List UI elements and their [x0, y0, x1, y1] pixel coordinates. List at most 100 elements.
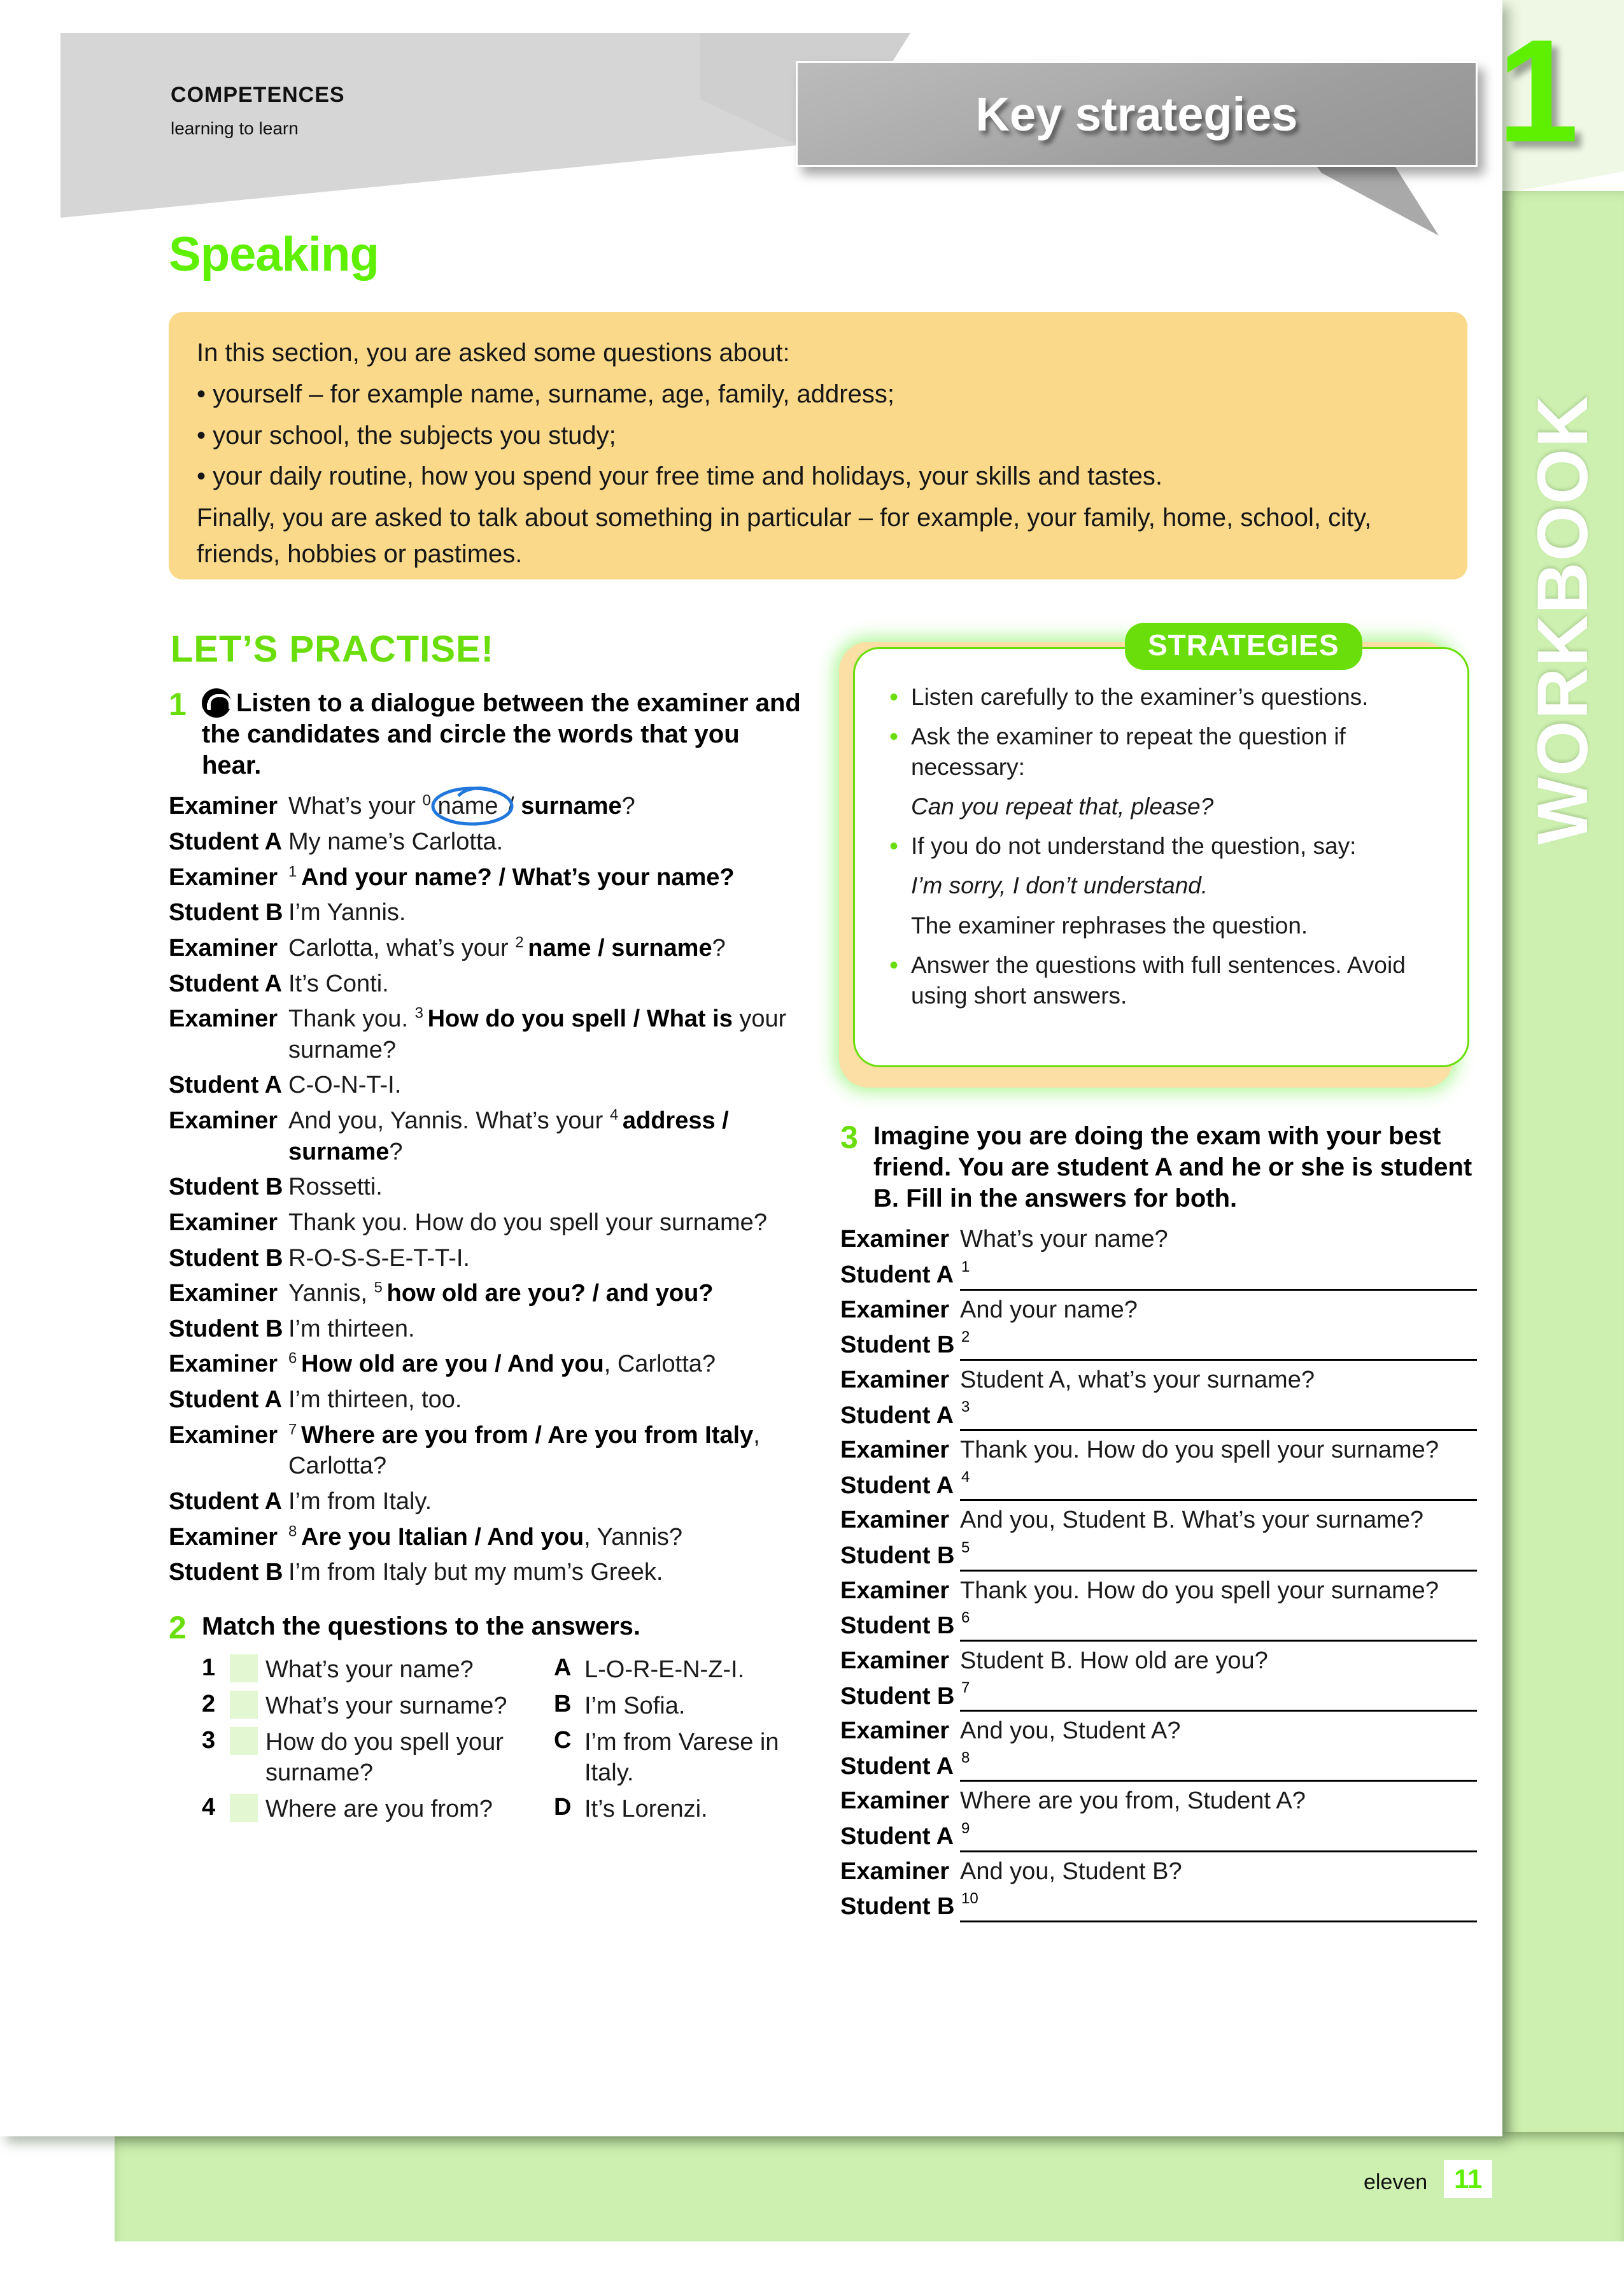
exercise-1-dialogue: Examiner What’s your 0 name / surname? Stu… — [169, 786, 805, 1588]
exercise-1-number: 1 — [169, 686, 187, 722]
strategy-item: The examiner rephrases the question. — [911, 912, 1308, 939]
dialogue-speaker: Examiner — [840, 1787, 950, 1815]
dialogue-option[interactable]: Are you Italian / And you — [301, 1524, 584, 1551]
dialogue-speaker: Examiner — [840, 1437, 950, 1464]
exercise-3-prompt-row: Examiner And your name? — [840, 1295, 1477, 1326]
dialogue-speaker: Examiner — [169, 1523, 278, 1551]
dialogue-speaker: Student B — [840, 1542, 955, 1570]
match-answer-box[interactable] — [230, 1726, 265, 1757]
dialogue-row: Student A My name’s Carlotta. — [169, 827, 805, 858]
intro-bullet-1: • yourself – for example name, surname, … — [197, 380, 894, 408]
match-answer-box[interactable] — [230, 1690, 265, 1721]
answer-blank[interactable]: 4 — [960, 1468, 1477, 1502]
right-column: 3 Imagine you are doing the exam with yo… — [840, 1121, 1477, 1926]
dialogue-utterance: 7 Where are you from / Are you from Ital… — [288, 1420, 760, 1480]
exercise-3-prompt-row: Examiner Student B. How old are you? — [840, 1645, 1477, 1677]
match-answer-text: L-O-R-E-N-Z-I. — [584, 1656, 745, 1684]
exercise-3-answer-row: Student B 6 — [840, 1608, 1477, 1642]
footer-page-number: 11 — [1444, 2160, 1493, 2198]
dialogue-option[interactable]: How old are you / And you — [301, 1351, 604, 1377]
gap-number: 6 — [288, 1349, 302, 1367]
strategy-item: If you do not understand the question, s… — [884, 830, 1442, 863]
dialogue-speaker: Student A — [169, 1487, 283, 1515]
match-answer-letter: B — [554, 1690, 572, 1717]
answer-blank-number: 8 — [961, 1749, 970, 1767]
dialogue-row: Student A I’m from Italy. — [169, 1486, 805, 1517]
answer-blank[interactable]: 7 — [960, 1679, 1477, 1712]
dialogue-speaker: Student A — [840, 1402, 954, 1429]
answer-blank[interactable]: 3 — [960, 1398, 1477, 1431]
dialogue-speaker: Examiner — [840, 1857, 950, 1885]
answer-blank[interactable]: 8 — [960, 1749, 1477, 1782]
intro-bullet-2: • your school, the subjects you study; — [197, 421, 616, 450]
match-question-text: How do you spell your surname? — [265, 1728, 504, 1787]
dialogue-row: Student A C-O-N-T-I. — [169, 1070, 805, 1101]
dialogue-speaker: Student B — [840, 1612, 955, 1640]
exercise-3-header: 3 Imagine you are doing the exam with yo… — [840, 1121, 1477, 1214]
headphones-icon — [202, 688, 234, 718]
dialogue-utterance: And you, Student A? — [960, 1717, 1181, 1745]
dialogue-row: Student A It’s Conti. — [169, 969, 805, 1000]
exercise-3-prompt-row: Examiner Where are you from, Student A? — [840, 1786, 1477, 1817]
answer-blank-number: 6 — [961, 1608, 970, 1626]
exercise-3-prompt-row: Examiner And you, Student A? — [840, 1715, 1477, 1747]
dialogue-utterance: It’s Conti. — [288, 970, 389, 997]
dialogue-speaker: Student A — [840, 1261, 954, 1289]
match-question-row: 4 Where are you from? — [202, 1793, 554, 1825]
exercise-3-prompt-row: Examiner Student A, what’s your surname? — [840, 1365, 1477, 1396]
dialogue-utterance: 6 How old are you / And you, Carlotta? — [288, 1349, 716, 1378]
dialogue-option[interactable]: address / surname — [288, 1107, 729, 1165]
exercise-3-prompt-row: Examiner And you, Student B? — [840, 1856, 1477, 1887]
match-question-number: 2 — [202, 1690, 216, 1717]
answer-blank[interactable]: 1 — [960, 1258, 1477, 1291]
dialogue-row: Student B I’m from Italy but my mum’s Gre… — [169, 1557, 805, 1588]
circled-answer[interactable]: name — [431, 786, 513, 826]
match-question-row: 3 How do you spell your surname? — [202, 1726, 554, 1789]
strategy-item: I’m sorry, I don’t understand. — [911, 872, 1208, 899]
dialogue-utterance: 8 Are you Italian / And you, Yannis? — [288, 1522, 683, 1551]
dialogue-speaker: Examiner — [169, 1107, 278, 1135]
dialogue-option[interactable]: Where are you from / Are you from Italy — [301, 1422, 753, 1449]
gap-number: 1 — [288, 862, 302, 880]
match-answer-box[interactable] — [230, 1793, 265, 1824]
matching-answers: A L-O-R-E-N-Z-I. B I’m Sofia. C I’m from Vare… — [554, 1654, 805, 1829]
dialogue-speaker: Examiner — [840, 1507, 950, 1534]
dialogue-utterance: Thank you. 3 How do you spell / What is … — [288, 1004, 787, 1063]
match-answer-box[interactable] — [230, 1654, 265, 1685]
dialogue-row: Examiner 6 How old are you / And you, Car… — [169, 1349, 805, 1380]
dialogue-option[interactable]: how old are you? / and you? — [387, 1280, 714, 1307]
page-title: Speaking — [169, 227, 379, 281]
exercise-1-header: 1 Listen to a dialogue between the exami… — [169, 688, 805, 781]
dialogue-row: Student B I’m Yannis. — [169, 897, 805, 928]
strategies-list: Listen carefully to the examiner’s quest… — [884, 681, 1442, 1011]
dialogue-speaker: Examiner — [169, 1209, 278, 1236]
workbook-page: WORKBOOK COMPETENCES learning to learn K… — [0, 0, 1624, 2279]
dialogue-option[interactable]: And your name? / What’s your name? — [301, 864, 735, 891]
exercise-1-instruction: Listen to a dialogue between the examine… — [202, 688, 805, 781]
dialogue-option[interactable]: How do you spell / What is — [428, 1005, 733, 1032]
dialogue-utterance: Student A, what’s your surname? — [960, 1366, 1315, 1393]
dialogue-utterance: What’s your name? — [960, 1226, 1168, 1253]
dialogue-speaker: Examiner — [169, 1280, 278, 1307]
dialogue-option[interactable]: surname — [521, 793, 621, 820]
dialogue-utterance: 1 And your name? / What’s your name? — [288, 862, 735, 893]
answer-blank-number: 7 — [961, 1679, 970, 1697]
answer-blank[interactable]: 9 — [960, 1820, 1477, 1852]
answer-blank[interactable]: 10 — [960, 1890, 1477, 1922]
exercise-3-prompt-row: Examiner What’s your name? — [840, 1224, 1477, 1255]
answer-blank[interactable]: 6 — [960, 1608, 1477, 1642]
gap-number: 3 — [414, 1004, 428, 1022]
competences-subtitle: learning to learn — [171, 118, 299, 138]
answer-blank[interactable]: 2 — [960, 1328, 1477, 1361]
exercise-3-answer-row: Student A 1 — [840, 1258, 1477, 1291]
intro-bullet-3: • your daily routine, how you spend your… — [197, 462, 1163, 491]
strategy-item: Answer the questions with full sentences… — [884, 949, 1442, 1011]
dialogue-speaker: Examiner — [840, 1296, 950, 1323]
dialogue-option[interactable]: name / surname — [528, 935, 712, 962]
answer-blank[interactable]: 5 — [960, 1539, 1477, 1572]
dialogue-utterance: Yannis, 5 how old are you? / and you? — [288, 1279, 714, 1307]
dialogue-utterance: I’m from Italy. — [288, 1487, 432, 1515]
gap-number: 2 — [515, 934, 528, 951]
match-answer-row: B I’m Sofia. — [554, 1691, 805, 1722]
unit-number: 1 — [1497, 9, 1579, 173]
